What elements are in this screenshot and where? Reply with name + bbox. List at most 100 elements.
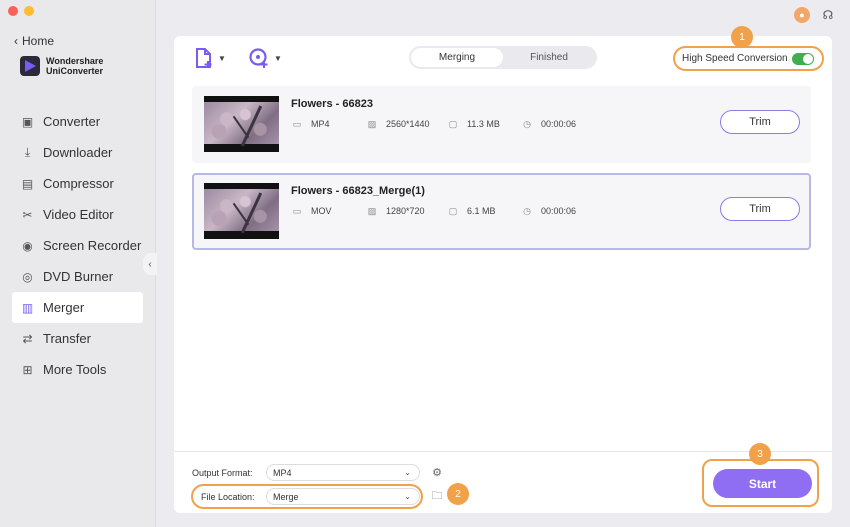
compressor-icon: ▤ [21,176,34,191]
file-row[interactable]: Flowers - 66823 ▭ MP4 ▨ 2560*1440 ▢ 11.3 MB… [192,86,811,163]
resolution-icon: ▨ [367,118,377,129]
folder-icon: ▢ [448,118,458,129]
add-disc-icon [249,48,268,68]
high-speed-conversion-label: High Speed Conversion [682,53,788,64]
user-account-icon[interactable]: ● [794,7,810,23]
file-location-row: File Location: Merge ⌄ 🗀 [192,488,444,505]
clock-icon: ◷ [523,205,531,216]
file-name: Flowers - 66823_Merge(1) [291,185,425,197]
headset-support-icon[interactable]: ☊ [820,7,836,23]
high-speed-toggle[interactable] [792,52,814,65]
chevron-down-icon: ⌄ [404,492,411,501]
sidebar-item-transfer[interactable]: ⇄ Transfer [12,323,143,354]
resolution-icon: ▨ [367,205,377,216]
home-label: Home [22,34,55,48]
sidebar-nav: ▣ Converter ⤓ Downloader ▤ Compressor ✂ … [12,106,143,385]
sidebar-item-label: Screen Recorder [43,238,142,253]
file-size: 6.1 MB [467,206,496,216]
sidebar-item-dvd-burner[interactable]: ◎ DVD Burner [12,261,143,292]
sidebar-item-more-tools[interactable]: ⊞ More Tools [12,354,143,385]
sidebar-item-compressor[interactable]: ▤ Compressor [12,168,143,199]
window-controls [8,6,34,16]
sidebar-item-label: DVD Burner [43,269,114,284]
file-duration: 00:00:06 [541,206,577,216]
file-duration: 00:00:06 [541,119,577,129]
sidebar-item-label: More Tools [43,362,107,377]
tab-merging[interactable]: Merging [411,48,503,67]
sidebar-item-label: Video Editor [43,207,114,222]
downloader-icon: ⤓ [24,145,31,159]
folder-icon: ▢ [448,205,458,216]
sidebar-item-label: Compressor [43,176,114,191]
add-files-button[interactable]: ▼ [194,47,226,69]
sidebar-item-converter[interactable]: ▣ Converter [12,106,143,137]
callout-badge-2: 2 [447,483,469,505]
grid-icon: ⊞ [22,362,33,377]
file-location-value: Merge [273,491,299,502]
add-from-device-button[interactable]: ▼ [248,47,282,69]
sidebar-item-video-editor[interactable]: ✂ Video Editor [12,199,143,230]
chevron-left-icon: ‹ [148,258,152,270]
sidebar-item-downloader[interactable]: ⤓ Downloader [12,137,143,168]
trim-button[interactable]: Trim [720,197,800,221]
file-size: 11.3 MB [467,119,500,129]
brand-name-line2: UniConverter [46,66,104,76]
file-format: MP4 [311,119,330,129]
merger-icon: ▥ [21,300,34,315]
chevron-down-icon: ⌄ [404,468,411,477]
chevron-down-icon: ▼ [218,53,226,63]
sidebar-item-merger[interactable]: ▥ Merger [12,292,143,323]
video-thumbnail [204,183,279,239]
tab-finished[interactable]: Finished [503,48,595,67]
file-meta: ▭ MOV ▨ 1280*720 ▢ 6.1 MB ◷ 00:00:06 [291,205,577,217]
converter-icon: ▣ [21,114,34,129]
transfer-icon: ⇄ [22,331,33,346]
file-format: MOV [311,206,332,216]
output-format-label: Output Format: [192,467,253,478]
video-format-icon: ▭ [292,118,302,129]
bottom-bar: Output Format: MP4 ⌄ ⚙ File Location: Me… [174,443,832,513]
clock-icon: ◷ [523,118,531,129]
callout-badge-1: 1 [731,26,753,48]
trim-button[interactable]: Trim [720,110,800,134]
sidebar-item-screen-recorder[interactable]: ◉ Screen Recorder [12,230,143,261]
output-format-value: MP4 [273,467,292,478]
file-resolution: 1280*720 [386,206,425,216]
dvd-icon: ◎ [22,269,33,284]
start-button[interactable]: Start [713,469,812,498]
chevron-down-icon: ▼ [274,53,282,63]
file-name: Flowers - 66823 [291,98,373,110]
output-format-select[interactable]: MP4 ⌄ [266,464,420,481]
sidebar-item-label: Transfer [43,331,91,346]
file-location-select[interactable]: Merge ⌄ [266,488,420,505]
close-window-button[interactable] [8,6,18,16]
file-location-label: File Location: [201,491,255,502]
header-icons: ● ☊ [794,7,836,23]
open-folder-icon[interactable]: 🗀 [430,490,444,504]
home-link[interactable]: ‹ Home [14,34,54,48]
format-settings-icon[interactable]: ⚙ [430,466,444,480]
file-row[interactable]: Flowers - 66823_Merge(1) ▭ MOV ▨ 1280*720 … [192,173,811,250]
uniconverter-logo-icon [20,56,40,76]
output-format-row: Output Format: MP4 ⌄ ⚙ [192,464,444,481]
file-meta: ▭ MP4 ▨ 2560*1440 ▢ 11.3 MB ◷ 00:00:06 [291,118,577,130]
brand-name-line1: Wondershare [46,56,104,66]
scissors-icon: ✂ [22,207,33,222]
add-file-icon [196,48,212,68]
high-speed-conversion: High Speed Conversion [673,46,824,71]
minimize-window-button[interactable] [24,6,34,16]
status-tabs: Merging Finished [409,46,597,69]
brand: Wondershare UniConverter [20,56,103,76]
collapse-sidebar-button[interactable]: ‹ [143,253,157,275]
sidebar-item-label: Converter [43,114,101,129]
video-thumbnail [204,96,279,152]
file-resolution: 2560*1440 [386,119,430,129]
sidebar-item-label: Downloader [43,145,113,160]
chevron-left-icon: ‹ [14,34,18,48]
sidebar-item-label: Merger [43,300,85,315]
screen-recorder-icon: ◉ [22,238,33,253]
merger-panel: ▼ ▼ Merging Finished High Speed Conversi… [174,26,832,513]
callout-badge-3: 3 [749,443,771,465]
sidebar: ‹ Home Wondershare UniConverter ▣ Conver… [0,0,156,527]
video-format-icon: ▭ [292,205,302,216]
